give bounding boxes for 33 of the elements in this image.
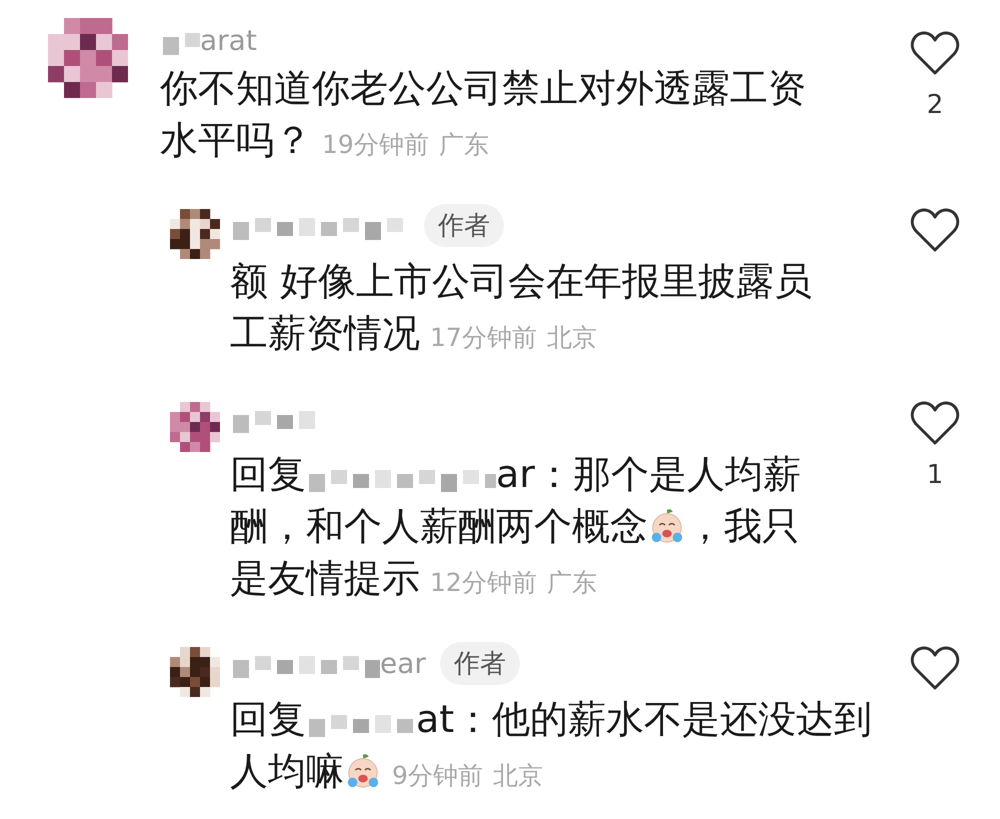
username: ear: [380, 646, 426, 680]
pixelated-avatar: [170, 402, 220, 452]
comment-time: 19分钟前: [322, 130, 429, 159]
heart-icon[interactable]: [910, 30, 960, 76]
comment-text: 回复: [230, 697, 306, 741]
comment-text: 是友情提示: [230, 556, 420, 600]
comment-location: 广东: [438, 130, 489, 159]
comment-text: 你不知道你老公公司禁止对外透露工资: [160, 66, 806, 110]
like-count: 2: [926, 90, 944, 120]
pixelated-avatar: [170, 209, 220, 259]
comment-location: 广东: [546, 568, 597, 597]
author-badge: 作者: [424, 204, 504, 246]
heart-icon[interactable]: [910, 207, 960, 253]
comment-text: 回复: [230, 452, 306, 496]
heart-icon[interactable]: [910, 645, 960, 691]
pixelated-avatar: [170, 647, 220, 697]
comment-text: at：他的薪水不是还没达到: [416, 697, 872, 741]
comment-time: 9分钟前: [392, 761, 483, 790]
comment-text: 酬，和个人薪酬两个概念: [230, 504, 648, 548]
comment-text: 额 好像上市公司会在年报里披露员: [230, 259, 812, 303]
heart-icon[interactable]: [910, 400, 960, 446]
comment-time: 12分钟前: [430, 568, 537, 597]
comment-text: 工薪资情况: [230, 311, 420, 355]
author-badge: 作者: [440, 642, 520, 684]
comment-location: 北京: [492, 761, 543, 790]
comment-text: ar：那个是人均薪: [496, 452, 801, 496]
comment-text: ，我只: [686, 504, 800, 548]
like-count: 1: [926, 460, 944, 490]
comment-time: 17分钟前: [430, 323, 537, 352]
comment-text: 水平吗？: [160, 118, 312, 162]
comment-location: 北京: [546, 323, 597, 352]
username: arat: [200, 24, 257, 56]
comment-text: 人均嘛: [230, 749, 344, 793]
